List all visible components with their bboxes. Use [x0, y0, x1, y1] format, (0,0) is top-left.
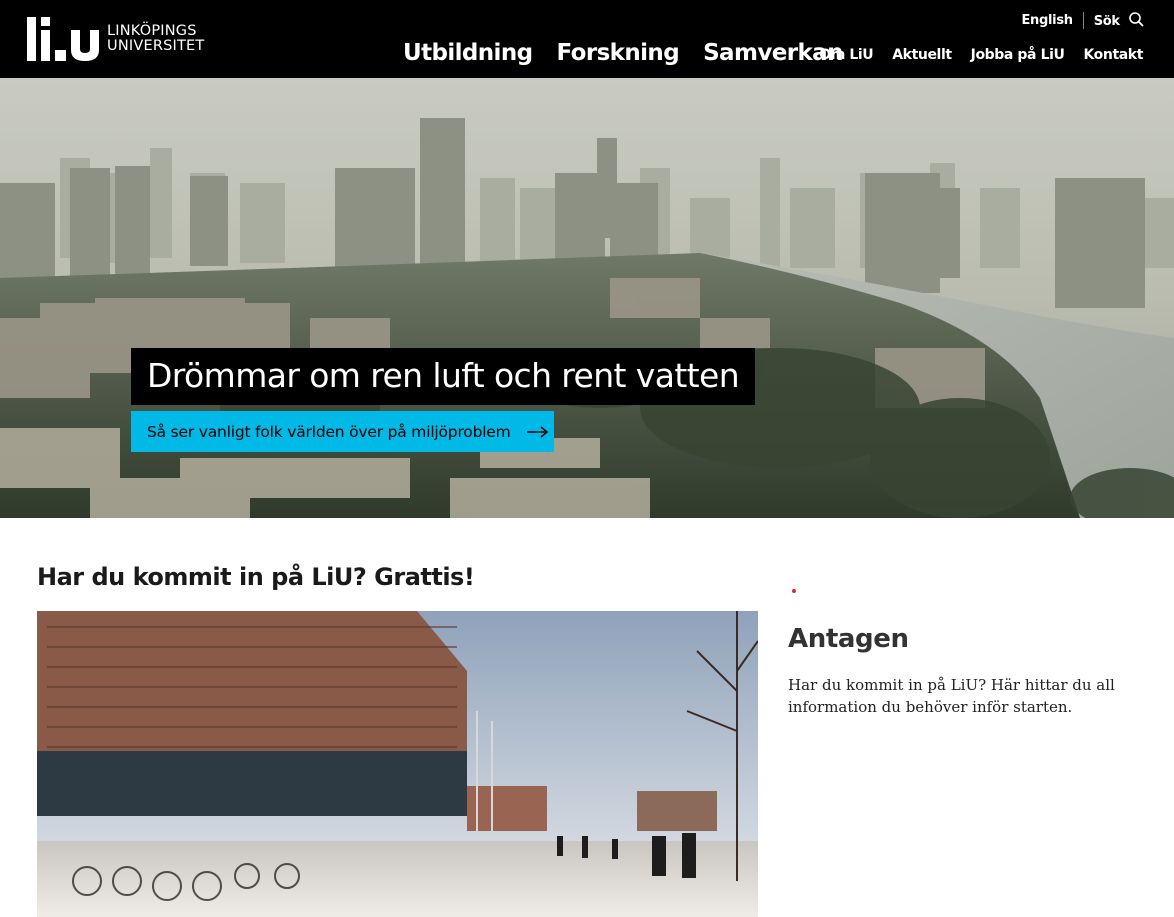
search-icon	[1129, 11, 1144, 27]
utility-nav: English Sök	[1021, 10, 1144, 30]
hero-cta-link[interactable]: Så ser vanligt folk världen över på milj…	[131, 411, 554, 452]
main-nav: Utbildning Forskning Samverkan	[403, 38, 843, 68]
side-description: Har du kommit in på LiU? Här hittar du a…	[788, 676, 1115, 716]
side-title[interactable]: Antagen	[788, 624, 909, 654]
secondary-nav: Om LiU Aktuellt Jobba på LiU Kontakt	[819, 47, 1143, 63]
logo-line2: UNIVERSITET	[107, 38, 205, 54]
hero-banner: Drömmar om ren luft och rent vatten Så s…	[0, 78, 1174, 518]
language-link[interactable]: English	[1021, 13, 1073, 28]
accent-dot	[792, 589, 796, 593]
logo-line1: LINKÖPINGS	[107, 23, 197, 39]
search-label: Sök	[1093, 13, 1120, 29]
campus-photo	[37, 611, 758, 917]
nav-kontakt[interactable]: Kontakt	[1083, 47, 1143, 63]
liu-logo-mark	[27, 17, 99, 61]
nav-forskning[interactable]: Forskning	[556, 38, 679, 68]
nav-utbildning[interactable]: Utbildning	[403, 38, 533, 68]
hero-cityscape-image	[0, 78, 1174, 518]
arrow-right-icon	[526, 425, 548, 438]
hero-cta-label: Så ser vanligt folk världen över på milj…	[147, 422, 511, 441]
utility-divider	[1082, 11, 1084, 29]
logo-wordmark: LINKÖPINGS UNIVERSITET	[107, 24, 204, 54]
hero-headline: Drömmar om ren luft och rent vatten	[131, 348, 756, 405]
site-header: LINKÖPINGS UNIVERSITET Utbildning Forskn…	[0, 0, 1174, 78]
nav-jobba[interactable]: Jobba på LiU	[971, 47, 1065, 63]
section-title: Har du kommit in på LiU? Grattis!	[37, 563, 475, 591]
liu-logo-link[interactable]: LINKÖPINGS UNIVERSITET	[27, 17, 204, 61]
nav-om-liu[interactable]: Om LiU	[819, 47, 873, 63]
search-button[interactable]: Sök	[1093, 11, 1144, 29]
nav-aktuellt[interactable]: Aktuellt	[892, 47, 952, 63]
campus-image[interactable]	[37, 611, 758, 917]
